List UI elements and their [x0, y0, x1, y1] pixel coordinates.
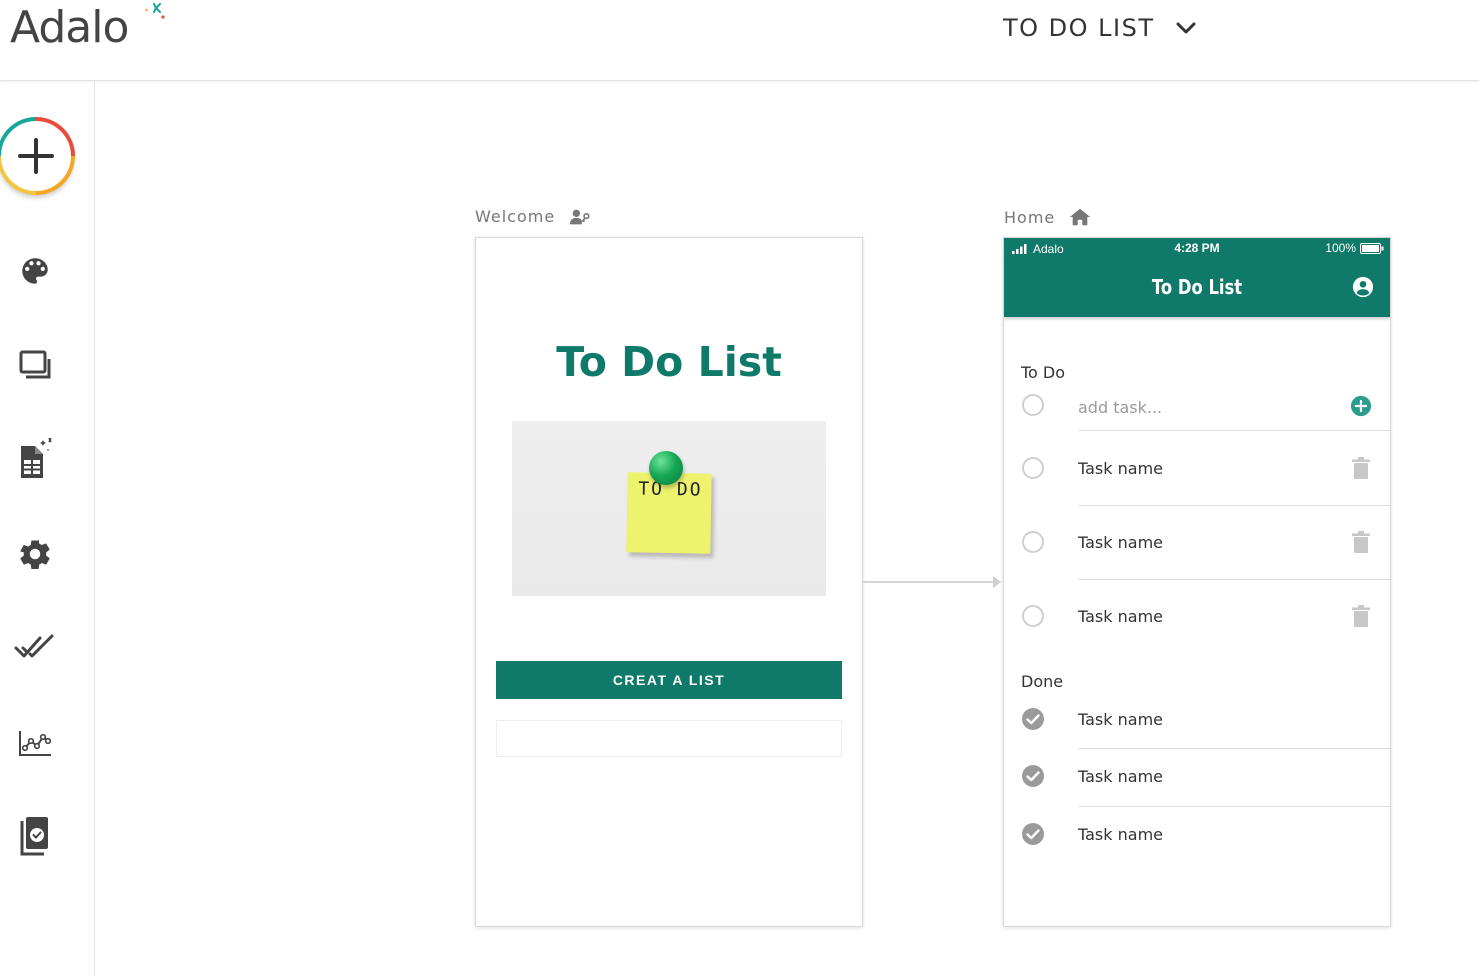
trash-icon[interactable] — [1352, 531, 1370, 553]
row-divider — [1078, 579, 1390, 580]
account-button[interactable] — [1352, 276, 1374, 303]
todo-item[interactable]: Task name — [1004, 590, 1390, 648]
welcome-screen-label[interactable]: Welcome — [475, 207, 591, 226]
adalo-logo[interactable]: Adalo — [10, 2, 180, 54]
task-name: Task name — [1078, 767, 1163, 786]
row-divider — [1078, 430, 1390, 431]
database-button[interactable] — [14, 438, 56, 481]
battery-percent: 100% — [1325, 241, 1356, 255]
create-list-button[interactable]: CREAT A LIST — [496, 661, 842, 699]
status-battery: 100% — [1325, 241, 1384, 255]
add-task-input[interactable] — [1078, 395, 1328, 419]
document-check-icon — [20, 817, 48, 856]
palette-icon — [22, 258, 48, 284]
add-circle-icon[interactable] — [1350, 395, 1372, 417]
welcome-title: To Do List — [556, 338, 782, 386]
plus-icon — [0, 117, 75, 195]
database-icon — [21, 438, 52, 478]
todo-item[interactable]: Task name — [1004, 442, 1390, 506]
task-name: Task name — [1078, 825, 1163, 844]
screen-link-line — [863, 581, 993, 583]
done-item[interactable]: Task name — [1004, 808, 1390, 866]
screens-icon — [19, 350, 51, 379]
app-name: TO DO LIST — [1003, 14, 1155, 42]
home-screen[interactable]: Adalo 4:28 PM 100% To Do List To Do add … — [1003, 237, 1391, 927]
task-name: Task name — [1078, 607, 1163, 626]
row-divider — [1078, 748, 1390, 749]
app-bar: To Do List — [1004, 260, 1390, 317]
analytics-button[interactable] — [14, 722, 56, 764]
gear-icon — [20, 539, 50, 570]
done-item[interactable]: Task name — [1004, 693, 1390, 751]
status-bar: Adalo 4:28 PM 100% — [1004, 238, 1390, 260]
empty-circle-icon[interactable] — [1021, 604, 1045, 628]
add-component-button[interactable] — [0, 113, 78, 201]
checked-circle-icon[interactable] — [1021, 822, 1045, 846]
app-bar-title: To Do List — [1151, 275, 1243, 299]
welcome-screen[interactable]: To Do List TO DO CREAT A LIST — [475, 237, 863, 927]
screens-button[interactable] — [14, 345, 56, 387]
trash-icon[interactable] — [1352, 457, 1370, 479]
trash-icon[interactable] — [1352, 605, 1370, 627]
settings-button[interactable] — [14, 533, 56, 575]
publish-button[interactable] — [14, 627, 56, 669]
chevron-down-icon — [1176, 22, 1196, 34]
task-name: Task name — [1078, 533, 1163, 552]
checked-circle-icon[interactable] — [1021, 764, 1045, 788]
done-heading: Done — [1021, 672, 1064, 691]
row-divider — [1078, 505, 1390, 506]
home-icon — [1070, 208, 1091, 226]
todo-item[interactable]: Task name — [1004, 516, 1390, 580]
task-name: Task name — [1078, 710, 1163, 729]
battery-icon — [1360, 242, 1384, 254]
account-circle-icon — [1352, 276, 1374, 298]
left-sidebar — [0, 81, 95, 976]
checked-circle-icon[interactable] — [1021, 707, 1045, 731]
app-selector[interactable]: TO DO LIST — [1003, 10, 1197, 46]
empty-circle-icon[interactable] — [1021, 456, 1045, 480]
empty-circle-icon[interactable] — [1021, 530, 1045, 554]
empty-placeholder-box[interactable] — [496, 720, 842, 757]
task-name: Task name — [1078, 459, 1163, 478]
home-screen-label[interactable]: Home — [1004, 207, 1091, 227]
builder-canvas: Welcome To Do List TO DO CREAT A LIST Ho… — [96, 82, 1479, 976]
welcome-label-text: Welcome — [475, 207, 556, 226]
version-history-button[interactable] — [14, 815, 56, 857]
logo-text: Adalo — [10, 2, 129, 53]
row-divider — [1078, 806, 1390, 807]
branding-button[interactable] — [14, 250, 56, 292]
green-pin — [649, 451, 683, 485]
empty-circle-icon — [1022, 394, 1044, 416]
screen-link-arrow-icon — [993, 576, 1001, 588]
sparkle-icon — [145, 3, 165, 19]
top-bar: Adalo TO DO LIST — [0, 0, 1479, 81]
user-key-icon — [570, 209, 590, 224]
home-label-text: Home — [1004, 207, 1056, 227]
todo-sticky-note-image: TO DO — [512, 421, 826, 596]
double-check-icon — [14, 634, 54, 658]
done-item[interactable]: Task name — [1004, 750, 1390, 808]
analytics-icon — [19, 731, 52, 756]
